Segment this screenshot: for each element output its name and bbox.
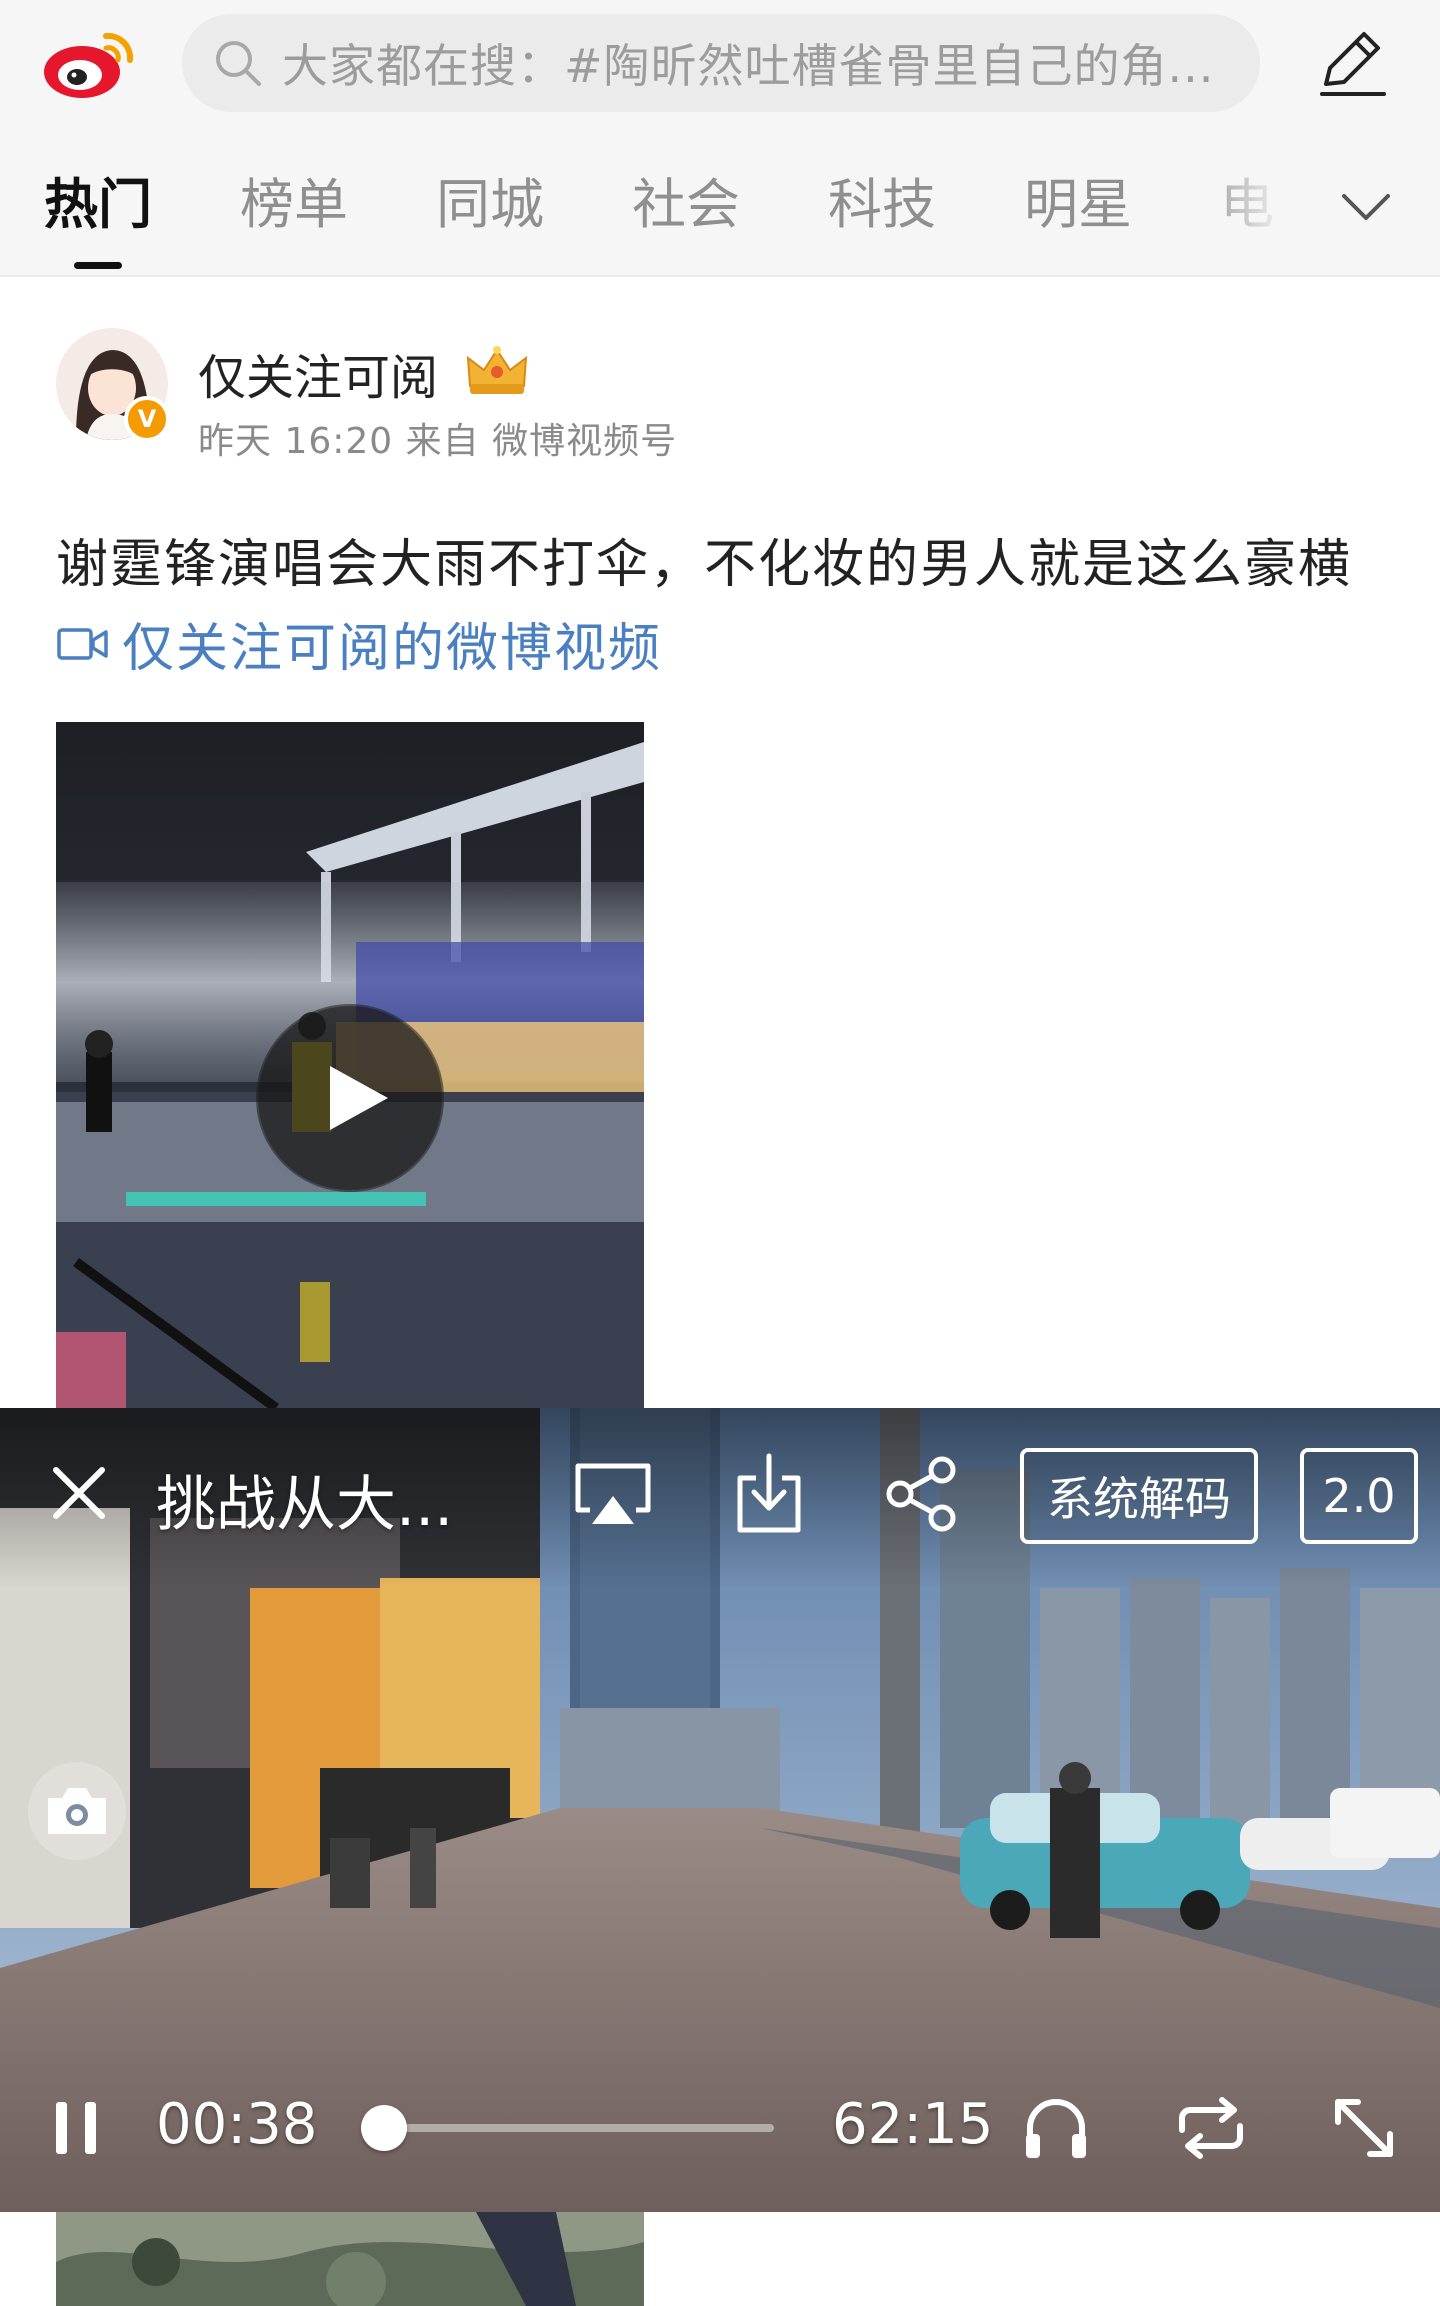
camera-icon <box>48 1788 106 1834</box>
active-tab-indicator <box>74 262 122 269</box>
tab-hot[interactable]: 热门 <box>44 160 152 239</box>
current-time: 00:38 <box>156 2092 318 2157</box>
tab-society[interactable]: 社会 <box>632 160 740 239</box>
player-title: 挑战从大... <box>156 1470 454 1540</box>
pencil-icon[interactable] <box>1312 22 1392 102</box>
speed-button[interactable]: 2.0 <box>1300 1448 1418 1544</box>
share-icon[interactable] <box>884 1456 960 1532</box>
progress-knob[interactable] <box>360 2105 407 2151</box>
video-link-label: 仅关注可阅的微博视频 <box>122 619 663 679</box>
headphones-icon[interactable] <box>1022 2094 1090 2162</box>
video-camera-icon <box>57 627 108 660</box>
search-icon <box>216 41 261 86</box>
progress-track[interactable] <box>380 2124 774 2132</box>
download-icon[interactable] <box>734 1452 804 1536</box>
video-link[interactable]: 仅关注可阅的微博视频 <box>56 606 662 681</box>
close-icon[interactable] <box>50 1464 108 1522</box>
pause-icon[interactable] <box>54 2100 98 2156</box>
tab-local[interactable]: 同城 <box>436 160 544 239</box>
screenshot-button[interactable] <box>28 1762 126 1860</box>
tab-tech[interactable]: 科技 <box>828 160 936 239</box>
crown-icon <box>466 346 528 394</box>
weibo-logo-icon[interactable] <box>40 28 140 100</box>
channel-tabs: 热门 榜单 同城 社会 科技 明星 电 <box>0 160 1320 260</box>
post-meta: 昨天 16:20 来自 微博视频号 <box>198 421 678 462</box>
tab-stars[interactable]: 明星 <box>1024 160 1132 239</box>
airplay-icon[interactable] <box>572 1460 654 1528</box>
post-text: 谢霆锋演唱会大雨不打伞，不化妆的男人就是这么豪横 <box>56 535 1353 595</box>
tab-fade <box>1190 160 1330 260</box>
video-thumbnail-next[interactable] <box>56 2212 644 2306</box>
post-username[interactable]: 仅关注可阅 <box>198 338 438 408</box>
foliage-scene-image <box>56 2212 644 2306</box>
tab-ranking[interactable]: 榜单 <box>240 160 348 239</box>
loop-icon[interactable] <box>1174 2096 1248 2160</box>
play-icon[interactable] <box>256 1004 444 1192</box>
expand-icon[interactable] <box>1330 2094 1398 2162</box>
chevron-down-icon[interactable] <box>1338 178 1394 234</box>
verified-badge: V <box>124 396 170 442</box>
decode-button[interactable]: 系统解码 <box>1020 1448 1258 1544</box>
search-placeholder: 大家都在搜：#陶昕然吐槽雀骨里自己的角... <box>282 39 1215 93</box>
duration: 62:15 <box>832 2092 994 2157</box>
search-bar[interactable]: 大家都在搜：#陶昕然吐槽雀骨里自己的角... <box>182 14 1260 112</box>
